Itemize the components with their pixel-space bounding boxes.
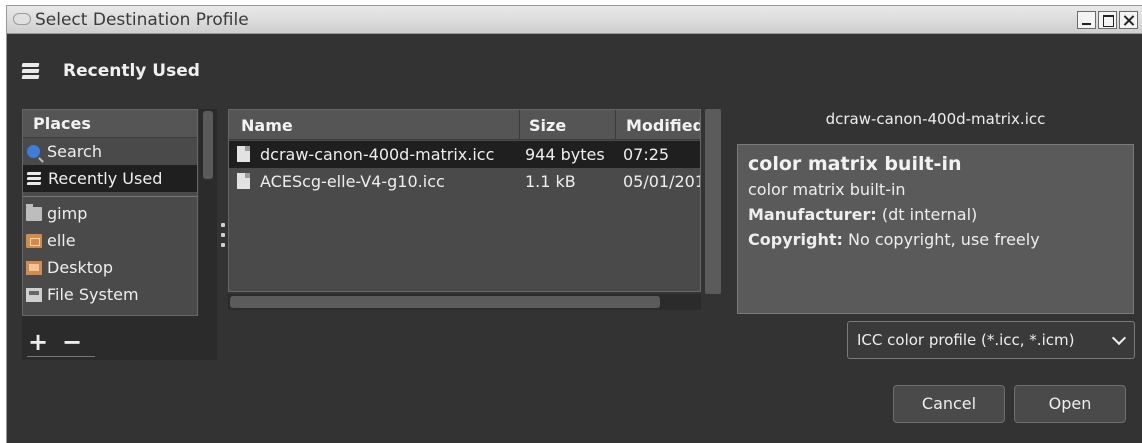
sidebar-item-search[interactable]: Search [23, 138, 197, 165]
file-name: ACEScg-elle-V4-g10.icc [260, 172, 445, 191]
sidebar-item-label: elle [47, 231, 76, 250]
sidebar-item-label: Desktop [47, 258, 113, 277]
sidebar-item-recently-used[interactable]: Recently Used [23, 165, 197, 192]
app-icon [13, 13, 31, 25]
table-row[interactable]: ACEScg-elle-V4-g10.icc 1.1 kB 05/01/201 [229, 168, 700, 195]
sidebar-item-desktop[interactable]: Desktop [23, 254, 197, 281]
file-icon [237, 173, 250, 189]
minimize-button[interactable] [1077, 11, 1096, 29]
column-divider[interactable] [615, 110, 616, 140]
drive-icon [26, 287, 42, 302]
recent-icon [21, 62, 41, 80]
file-list-header: Name Size Modified [229, 110, 700, 140]
manufacturer-value: (dt internal) [881, 205, 978, 224]
title-bar[interactable]: Select Destination Profile [7, 6, 1142, 34]
cancel-button[interactable]: Cancel [893, 385, 1005, 423]
sidebar-item-label: File System [47, 285, 139, 304]
search-icon [27, 145, 40, 158]
chevron-down-icon [1111, 330, 1127, 346]
desktop-icon [26, 260, 42, 275]
sidebar-item-label: gimp [47, 204, 88, 223]
maximize-button[interactable] [1098, 11, 1117, 29]
window-title: Select Destination Profile [35, 10, 249, 30]
window-controls [1077, 11, 1138, 29]
file-list: Name Size Modified dcraw-canon-400d-matr… [228, 109, 701, 292]
profile-preview-panel: color matrix built-in color matrix built… [737, 144, 1134, 314]
file-type-filter-dropdown[interactable]: ICC color profile (*.icc, *.icm) [847, 321, 1135, 359]
places-divider [23, 192, 197, 197]
add-bookmark-button[interactable]: + [27, 330, 49, 354]
places-header[interactable]: Places [23, 110, 197, 138]
filter-selected-value: ICC color profile (*.icc, *.icm) [857, 331, 1075, 349]
preview-copyright: Copyright: No copyright, use freely [748, 230, 1123, 249]
file-modified: 05/01/201 [623, 172, 701, 191]
sidebar-item-file-system[interactable]: File System [23, 281, 197, 308]
column-header-modified[interactable]: Modified [626, 116, 700, 135]
sidebar-item-gimp[interactable]: gimp [23, 200, 197, 227]
close-button[interactable] [1119, 11, 1138, 29]
recent-icon [26, 171, 42, 187]
copyright-label: Copyright: [748, 230, 843, 249]
column-divider[interactable] [519, 110, 520, 140]
file-chooser-dialog: Select Destination Profile Recently Used… [6, 5, 1142, 443]
column-header-name[interactable]: Name [241, 116, 293, 135]
places-scrollbar[interactable] [203, 111, 213, 179]
preview-filename: dcraw-canon-400d-matrix.icc [825, 110, 1046, 128]
sidebar-item-label: Recently Used [48, 169, 163, 188]
remove-bookmark-button[interactable]: − [61, 330, 83, 354]
manufacturer-label: Manufacturer: [748, 205, 877, 224]
file-size: 944 bytes [525, 145, 605, 164]
path-bar-label: Recently Used [63, 61, 200, 81]
home-folder-icon [26, 233, 42, 248]
file-modified: 07:25 [623, 145, 670, 164]
preview-description: color matrix built-in [748, 180, 906, 199]
file-name: dcraw-canon-400d-matrix.icc [260, 145, 495, 164]
file-size: 1.1 kB [525, 172, 576, 191]
places-buttons: + − [27, 329, 97, 354]
copyright-value: No copyright, use freely [847, 230, 1040, 249]
column-header-size[interactable]: Size [529, 116, 566, 135]
open-button[interactable]: Open [1014, 385, 1126, 423]
preview-manufacturer: Manufacturer: (dt internal) [748, 205, 1123, 224]
path-bar[interactable]: Recently Used [21, 58, 200, 84]
file-icon [237, 146, 250, 162]
table-row[interactable]: dcraw-canon-400d-matrix.icc 944 bytes 07… [229, 141, 700, 168]
places-pane: Places Search Recently Used gimp elle De… [22, 109, 198, 316]
places-buttons-underline [27, 356, 95, 357]
file-list-vertical-scrollbar[interactable] [705, 109, 721, 294]
preview-heading: color matrix built-in [748, 153, 962, 175]
pane-resize-handle[interactable] [221, 223, 225, 247]
sidebar-item-elle[interactable]: elle [23, 227, 197, 254]
folder-icon [26, 203, 42, 221]
sidebar-item-label: Search [47, 142, 102, 161]
file-list-horizontal-scrollbar[interactable] [230, 296, 660, 308]
